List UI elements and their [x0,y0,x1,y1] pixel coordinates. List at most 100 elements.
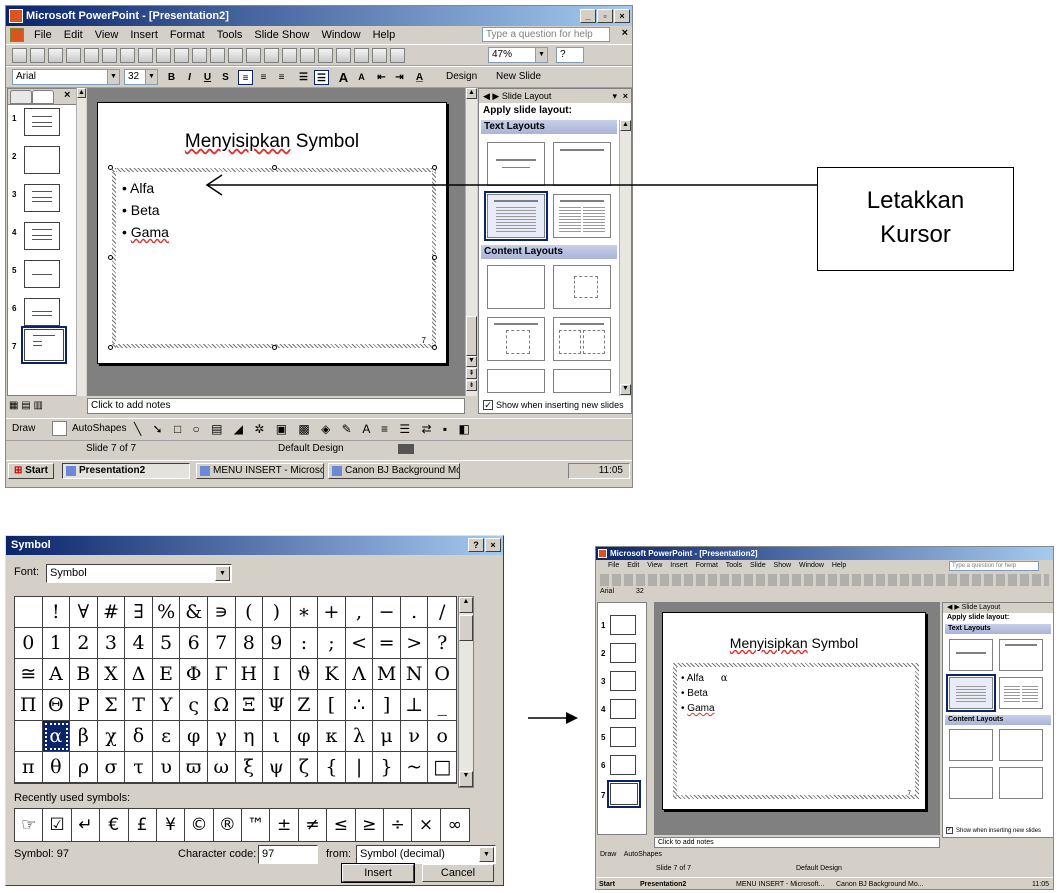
symbol-cell[interactable]: φ [180,721,208,752]
symbol-cell[interactable]: δ [125,721,153,752]
symbol-cell[interactable]: γ [207,721,236,752]
symbol-cell[interactable]: θ [42,752,71,783]
layout-title-and-two-content[interactable] [999,767,1043,799]
symbol-cell[interactable]: ρ [70,752,98,783]
symbol-cell-selected[interactable]: α [42,721,71,752]
symbol-cell[interactable]: Ρ [70,690,98,721]
recent-symbol-cell[interactable]: ≠ [299,809,328,841]
symbol-cell[interactable]: Η [235,659,264,690]
symbol-cell[interactable]: [ [318,690,346,721]
symbol-cell[interactable]: φ [290,721,319,752]
slide-thumbnail[interactable] [610,699,636,719]
symbol-cell[interactable]: 5 [152,628,181,659]
from-select[interactable]: Symbol (decimal) ▼ [356,845,496,864]
recent-symbol-cell[interactable]: ☞ [15,809,44,841]
scroll-down-icon[interactable]: ▼ [459,771,473,787]
menu-file[interactable]: File [608,562,619,569]
symbol-cell[interactable]: = [373,628,401,659]
recent-symbol-cell[interactable]: € [100,809,129,841]
symbol-cell[interactable]: Σ [97,690,126,721]
symbol-cell[interactable]: > [400,628,429,659]
symbol-cell[interactable]: Τ [125,690,153,721]
symbol-cell[interactable]: ) [263,597,291,628]
symbol-cell[interactable]: − [373,597,401,628]
layout-title-slide[interactable] [949,639,993,671]
symbol-cell[interactable]: 9 [263,628,291,659]
symbol-cell[interactable]: Χ [97,659,126,690]
symbol-cell[interactable]: Ν [400,659,429,690]
layout-title-only[interactable] [999,639,1043,671]
symbol-cell[interactable]: ? [428,628,456,659]
symbol-cell[interactable]: □ [428,752,456,783]
symbol-cell[interactable]: ∀ [70,597,98,628]
symbol-cell[interactable]: Α [42,659,71,690]
font-select[interactable]: Symbol ▼ [46,564,232,583]
symbol-cell[interactable]: 7 [207,628,236,659]
symbol-cell[interactable]: ψ [263,752,291,783]
scroll-thumb[interactable] [459,615,473,641]
symbol-cell[interactable]: < [345,628,374,659]
symbol-cell[interactable] [15,597,43,628]
recent-symbol-cell[interactable]: ™ [242,809,271,841]
recent-symbol-cell[interactable]: ÷ [384,809,413,841]
symbol-grid-scrollbar[interactable]: ▲ ▼ [458,596,474,788]
scroll-up-icon[interactable]: ▲ [459,597,473,613]
symbol-cell[interactable]: / [428,597,456,628]
recent-symbol-cell[interactable]: © [185,809,214,841]
symbol-cell[interactable]: ϖ [180,752,208,783]
symbol-cell[interactable]: 6 [180,628,208,659]
recent-symbol-cell[interactable]: ≤ [327,809,356,841]
symbol-cell[interactable]: 8 [235,628,264,659]
menu-tools[interactable]: Tools [726,562,742,569]
symbol-cell[interactable]: Ε [152,659,181,690]
symbol-cell[interactable]: 3 [97,628,126,659]
menu-edit[interactable]: Edit [627,562,639,569]
taskbar-item-canon-bj[interactable]: Canon BJ Background Mo... [836,878,924,889]
symbol-cell[interactable]: _ [428,690,456,721]
symbol-cell[interactable]: | [345,752,374,783]
symbol-cell[interactable]: Θ [42,690,71,721]
menu-window[interactable]: Window [799,562,824,569]
symbol-cell[interactable]: ξ [235,752,264,783]
recent-symbol-cell[interactable]: ☑ [43,809,72,841]
symbol-cell[interactable]: Κ [318,659,346,690]
symbol-cell[interactable]: β [70,721,98,752]
symbol-cell[interactable]: ∃ [125,597,153,628]
symbol-cell[interactable]: ~ [400,752,429,783]
help-search-input[interactable]: Type a question for help [949,561,1039,571]
dialog-close-button[interactable]: × [485,538,501,552]
symbol-cell[interactable]: 4 [125,628,153,659]
layout-blank[interactable] [949,729,993,761]
show-when-inserting-checkbox[interactable]: ✓ Show when inserting new slides [946,827,1041,834]
symbol-cell[interactable]: . [400,597,429,628]
symbol-cell[interactable]: υ [152,752,181,783]
symbol-cell[interactable]: ϑ [290,659,319,690]
font-name-value[interactable]: Arial [600,588,614,595]
menu-help[interactable]: Help [832,562,846,569]
taskbar-item-menu-insert[interactable]: MENU INSERT - Microsoft... [736,878,824,889]
symbol-cell[interactable]: { [318,752,346,783]
symbol-cell[interactable]: Ω [207,690,236,721]
symbol-cell[interactable]: ≅ [15,659,43,690]
start-button[interactable]: Start [599,878,615,889]
symbol-cell[interactable]: ε [152,721,181,752]
symbol-cell[interactable]: ∴ [345,690,374,721]
cancel-button[interactable]: Cancel [422,864,494,882]
symbol-cell[interactable]: ( [235,597,264,628]
notes-pane[interactable]: Click to add notes [654,837,940,848]
menu-format[interactable]: Format [696,562,718,569]
recent-symbol-cell[interactable]: ± [270,809,299,841]
symbol-cell[interactable]: Γ [207,659,236,690]
symbol-cell[interactable]: Δ [125,659,153,690]
symbol-cell[interactable]: } [373,752,401,783]
font-size-value[interactable]: 32 [636,588,644,595]
symbol-cell[interactable]: ς [180,690,208,721]
symbol-cell[interactable] [15,721,43,752]
symbol-cell[interactable]: Υ [152,690,181,721]
symbol-cell[interactable]: κ [318,721,346,752]
symbol-cell[interactable]: : [290,628,319,659]
symbol-cell[interactable]: ο [428,721,456,752]
layout-content[interactable] [999,729,1043,761]
symbol-cell[interactable]: Λ [345,659,374,690]
taskbar-item-presentation2[interactable]: Presentation2 [640,878,686,889]
